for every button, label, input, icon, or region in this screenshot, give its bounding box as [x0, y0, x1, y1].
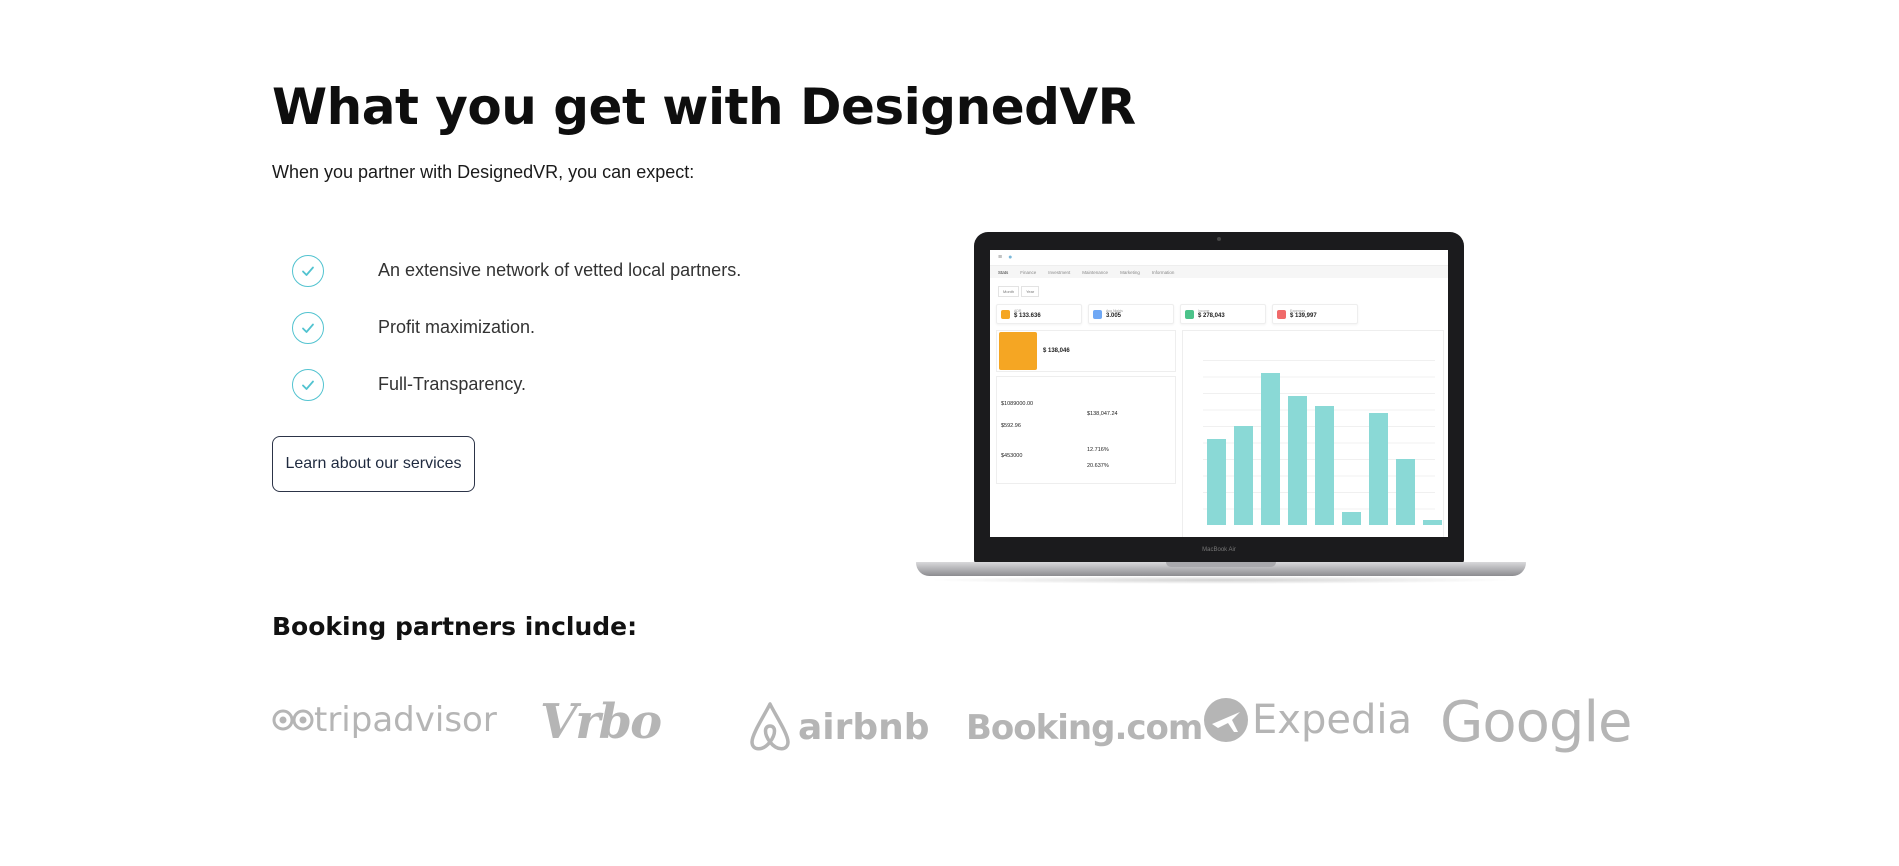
tab-marketing: Marketing: [1120, 269, 1140, 275]
down-payment: $453000: [1001, 453, 1023, 459]
chart-bar: [1207, 439, 1226, 525]
owl-eyes-icon: [272, 709, 314, 731]
stat-icon: [1277, 309, 1286, 319]
airbnb-wordmark: airbnb: [798, 706, 930, 748]
stat-card: Avg Nights 3.005: [1088, 304, 1174, 324]
airbnb-logo: airbnb: [746, 700, 930, 754]
purchase-price: $1089000.00: [1001, 401, 1034, 407]
feature-list: An extensive network of vetted local par…: [292, 242, 741, 413]
stat-value: 3.005: [1106, 313, 1122, 319]
stat-value: $ 133.636: [1014, 313, 1041, 319]
partners-title: Booking partners include:: [272, 612, 638, 641]
camera-dot: [1217, 237, 1221, 241]
dashboard-logo: ●: [1008, 254, 1013, 261]
stat-cards: ADR $ 133.636 Avg Nights 3.005 Income $ 278…: [996, 304, 1358, 324]
tab-stats: Stats: [998, 269, 1009, 275]
laptop-notch: [1166, 562, 1276, 567]
net-value: $ 138,046: [1043, 348, 1070, 354]
laptop-shadow: [926, 576, 1516, 584]
period-toggle: Month Year: [998, 286, 1040, 297]
chart-bar: [1342, 511, 1361, 525]
check-circle-icon: [292, 254, 324, 287]
feature-item: Full-Transparency.: [292, 356, 741, 413]
expedia-globe-icon: [1204, 698, 1248, 742]
dashboard-tabs: Stats Finance Investment Maintenance Mar…: [990, 266, 1448, 278]
dashboard-header: ≡ ●: [990, 250, 1448, 266]
monthly-revenue-chart: [1182, 330, 1444, 537]
stat-value: $ 139,997: [1290, 313, 1317, 319]
stat-card: Expenses $ 139,997: [1272, 304, 1358, 324]
net-card: $ 138,046: [996, 330, 1176, 372]
chart-bar: [1369, 412, 1388, 525]
laptop-brand-label: MacBook Air: [1202, 547, 1236, 553]
chart-bars: [1203, 360, 1442, 525]
tab-finance: Finance: [1020, 269, 1037, 275]
stat-card: Income $ 278,043: [1180, 304, 1266, 324]
booking-wordmark: Booking.com: [966, 708, 1203, 748]
total-expenses: $592.96: [1001, 423, 1021, 429]
cap-rate: 12.716%: [1087, 447, 1109, 453]
google-logo: Google: [1440, 690, 1632, 755]
coins-icon: [999, 332, 1037, 370]
chart-bar: [1423, 520, 1442, 525]
tab-maintenance: Maintenance: [1082, 269, 1109, 275]
net-operating-income: $138,047.24: [1087, 411, 1118, 417]
tab-information: Information: [1151, 269, 1175, 275]
expedia-logo: Expedia: [1202, 696, 1412, 744]
investment-panel: $ 138,046 $1089000.00 $138,047.24 $592.9…: [996, 330, 1176, 537]
feature-item: Profit maximization.: [292, 299, 741, 356]
menu-icon: ≡: [998, 254, 1003, 261]
laptop-lid: ≡ ● Stats Finance Investment Maintenance…: [974, 232, 1464, 564]
learn-services-button[interactable]: Learn about our services: [272, 436, 475, 492]
tripadvisor-wordmark: tripadvisor: [314, 700, 497, 740]
stat-card: ADR $ 133.636: [996, 304, 1082, 324]
laptop-mockup: ≡ ● Stats Finance Investment Maintenance…: [916, 230, 1526, 586]
investment-card: $1089000.00 $138,047.24 $592.96 12.716% …: [996, 376, 1176, 484]
chart-bar: [1234, 426, 1253, 525]
section-subtitle: When you partner with DesignedVR, you ca…: [272, 162, 695, 182]
expedia-wordmark: Expedia: [1252, 697, 1412, 743]
stat-icon: [1185, 309, 1194, 319]
vrbo-logo: Vrbo: [540, 694, 662, 750]
page-title: What you get with DesignedVR: [272, 78, 1136, 136]
chart-bar: [1261, 373, 1280, 525]
cash-on-cash: 20.637%: [1087, 463, 1109, 469]
feature-item: An extensive network of vetted local par…: [292, 242, 741, 299]
chart-bar: [1288, 396, 1307, 525]
toggle-month: Month: [998, 286, 1020, 297]
tab-investment: Investment: [1048, 269, 1071, 275]
stat-icon: [1001, 309, 1010, 319]
feature-label: Profit maximization.: [378, 317, 536, 337]
tripadvisor-logo: tripadvisor: [272, 700, 497, 740]
check-circle-icon: [292, 311, 324, 344]
stat-icon: [1093, 309, 1102, 319]
stat-value: $ 278,043: [1198, 313, 1225, 319]
booking-logo: Booking.com: [966, 708, 1203, 748]
dashboard-screen: ≡ ● Stats Finance Investment Maintenance…: [990, 250, 1448, 537]
check-circle-icon: [292, 368, 324, 401]
toggle-year: Year: [1021, 286, 1040, 297]
vrbo-wordmark: Vrbo: [540, 694, 662, 750]
chart-bar: [1396, 459, 1415, 525]
feature-label: Full-Transparency.: [378, 374, 527, 394]
feature-label: An extensive network of vetted local par…: [378, 260, 742, 280]
google-wordmark: Google: [1440, 690, 1632, 755]
chart-bar: [1315, 406, 1334, 525]
airbnb-belo-icon: [750, 702, 790, 751]
